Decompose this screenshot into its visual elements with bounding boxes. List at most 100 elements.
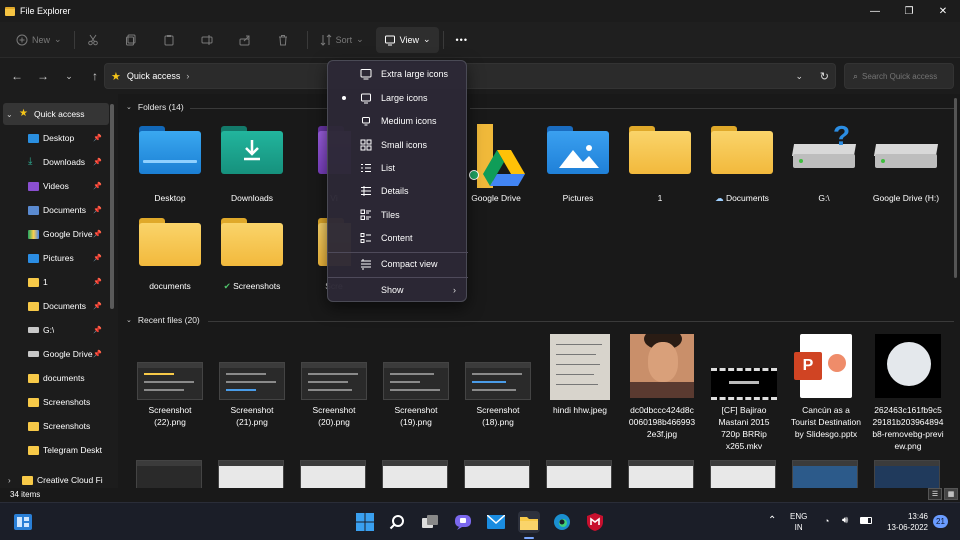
recent-locations-button[interactable]: ⌄ (58, 65, 80, 87)
maximize-button[interactable]: ❐ (892, 0, 926, 22)
sidebar-scrollbar[interactable] (110, 104, 114, 309)
file-thumbnail[interactable] (546, 460, 612, 488)
chevron-down-icon[interactable]: ⌄ (6, 110, 13, 119)
up-button[interactable]: ↑ (84, 65, 106, 87)
folders-group-header[interactable]: ⌄ Folders (14) (126, 102, 184, 112)
address-dropdown-button[interactable]: ⌄ (795, 71, 803, 82)
sidebar-item-pictures[interactable]: Pictures 📌 (0, 247, 106, 269)
details-view-button[interactable]: ☰ (928, 488, 942, 500)
folder-1[interactable]: 1 (620, 124, 700, 204)
recent-file-screenshot-21[interactable]: Screenshot (21).png (212, 338, 292, 438)
folder-google-drive[interactable]: Google Drive (456, 124, 536, 204)
start-button[interactable] (354, 511, 376, 533)
folder-screenshots[interactable]: ✔ Screenshots (212, 216, 292, 296)
file-thumbnail[interactable] (136, 460, 202, 488)
sidebar-item-1[interactable]: 1 📌 (0, 271, 106, 293)
sidebar-item-creative-cloud[interactable]: › Creative Cloud Fi (0, 469, 106, 488)
recent-file-screenshot-18[interactable]: Screenshot (18).png (458, 338, 538, 438)
view-button[interactable]: View ⌄ (375, 26, 439, 53)
recent-file-bajirao[interactable]: [CF] Bajirao Mastani 2015 720p BRRip x26… (704, 338, 784, 451)
forward-button[interactable]: → (32, 65, 54, 87)
menu-item-large-icons[interactable]: Large icons (332, 87, 464, 109)
sidebar-item-google-drive[interactable]: Google Drive 📌 (0, 223, 106, 245)
address-bar[interactable]: ★ Quick access › ⌄ ↻ (104, 63, 836, 89)
sidebar-item-documents[interactable]: Documents 📌 (0, 199, 106, 221)
folder-downloads[interactable]: Downloads (212, 124, 292, 204)
sidebar-item-g-drive[interactable]: G:\ 📌 (0, 319, 106, 341)
menu-item-small-icons[interactable]: Small icons (332, 134, 464, 156)
notification-badge[interactable]: 21 (933, 515, 948, 528)
recent-file-photo[interactable]: dc0dbccc424d8c0060198b4669932e3f.jpg (622, 334, 702, 439)
sidebar-item-videos[interactable]: Videos 📌 (0, 175, 106, 197)
widgets-button[interactable] (12, 511, 34, 533)
mail-button[interactable] (485, 511, 507, 533)
file-thumbnail[interactable] (300, 460, 366, 488)
search-input[interactable] (862, 71, 948, 81)
search-taskbar-button[interactable] (386, 511, 408, 533)
task-view-button[interactable] (419, 511, 441, 533)
file-thumbnail[interactable] (628, 460, 694, 488)
menu-item-extra-large-icons[interactable]: Extra large icons (332, 63, 464, 85)
large-icons-view-button[interactable]: ▦ (944, 488, 958, 500)
menu-item-details[interactable]: Details (332, 180, 464, 202)
folder-documents-lower[interactable]: documents (130, 216, 210, 296)
recent-file-removebg[interactable]: 262463c161fb9c529181b203964894b8-removeb… (868, 334, 948, 451)
new-button[interactable]: New ⌄ (8, 27, 70, 53)
minimize-button[interactable]: — (858, 0, 892, 22)
sidebar-item-documents-2[interactable]: Documents 📌 (0, 295, 106, 317)
file-explorer-taskbar-button[interactable] (518, 511, 540, 533)
file-thumbnail[interactable] (218, 460, 284, 488)
rename-button[interactable] (193, 27, 221, 53)
copy-button[interactable] (117, 27, 145, 53)
menu-item-list[interactable]: List (332, 157, 464, 179)
file-thumbnail[interactable] (382, 460, 448, 488)
menu-item-content[interactable]: Content (332, 227, 464, 249)
cut-button[interactable] (79, 27, 107, 53)
chevron-right-icon[interactable]: › (8, 476, 11, 485)
close-button[interactable]: ✕ (926, 0, 960, 22)
sidebar-item-desktop[interactable]: Desktop 📌 (0, 127, 106, 149)
sidebar-item-screenshots-2[interactable]: Screenshots (0, 415, 106, 437)
menu-item-show[interactable]: Show › (332, 279, 464, 301)
sidebar-item-downloads[interactable]: ⤓ Downloads 📌 (0, 151, 106, 173)
sidebar-item-google-drive-h[interactable]: Google Drive 📌 (0, 343, 106, 365)
more-options-button[interactable]: ••• (448, 27, 476, 53)
file-thumbnail[interactable] (464, 460, 530, 488)
recent-file-screenshot-19[interactable]: Screenshot (19).png (376, 338, 456, 438)
volume-icon[interactable]: 🔊︎ (842, 515, 848, 526)
recent-file-screenshot-22[interactable]: Screenshot (22).png (130, 338, 210, 438)
mcafee-button[interactable] (584, 511, 606, 533)
menu-item-compact-view[interactable]: Compact view (332, 253, 464, 275)
search-box[interactable]: ⌕ (844, 63, 954, 89)
sidebar-item-documents-3[interactable]: documents (0, 367, 106, 389)
battery-icon[interactable] (860, 517, 872, 524)
file-thumbnail[interactable] (792, 460, 858, 488)
edge-button[interactable] (551, 511, 573, 533)
delete-button[interactable] (269, 27, 297, 53)
menu-item-tiles[interactable]: Tiles (332, 204, 464, 226)
sidebar-item-telegram-desktop[interactable]: Telegram Deskt (0, 439, 106, 461)
back-button[interactable]: ← (6, 65, 28, 87)
drive-google-drive-h[interactable]: Google Drive (H:) (866, 124, 946, 204)
paste-button[interactable] (155, 27, 183, 53)
recent-files-group-header[interactable]: ⌄ Recent files (20) (126, 315, 200, 325)
language-indicator[interactable]: ENG IN (790, 511, 807, 533)
folder-pictures[interactable]: Pictures (538, 124, 618, 204)
drive-g[interactable]: ? G:\ (784, 120, 864, 204)
folder-desktop[interactable]: Desktop (130, 124, 210, 204)
refresh-button[interactable]: ↻ (820, 70, 829, 83)
menu-item-medium-icons[interactable]: Medium icons (332, 110, 464, 132)
clock[interactable]: 13:46 13-06-2022 (878, 511, 928, 533)
wifi-icon[interactable]: ◔ (824, 516, 829, 526)
content-scrollbar[interactable] (954, 98, 957, 278)
folder-documents[interactable]: ☁ Documents (702, 124, 782, 204)
recent-file-screenshot-20[interactable]: Screenshot (20).png (294, 338, 374, 438)
sort-button[interactable]: Sort ⌄ (312, 27, 372, 53)
sidebar-item-quick-access[interactable]: ⌄ ★ Quick access (3, 103, 109, 125)
recent-file-hindi-hhw[interactable]: hindi hhw.jpeg (540, 334, 620, 438)
recent-file-cancun-pptx[interactable]: P Cancún as a Tourist Destination by Sli… (786, 334, 866, 439)
show-hidden-icons-button[interactable]: ⌃ (768, 515, 776, 526)
share-button[interactable] (231, 27, 259, 53)
file-thumbnail[interactable] (874, 460, 940, 488)
teams-chat-button[interactable] (452, 511, 474, 533)
